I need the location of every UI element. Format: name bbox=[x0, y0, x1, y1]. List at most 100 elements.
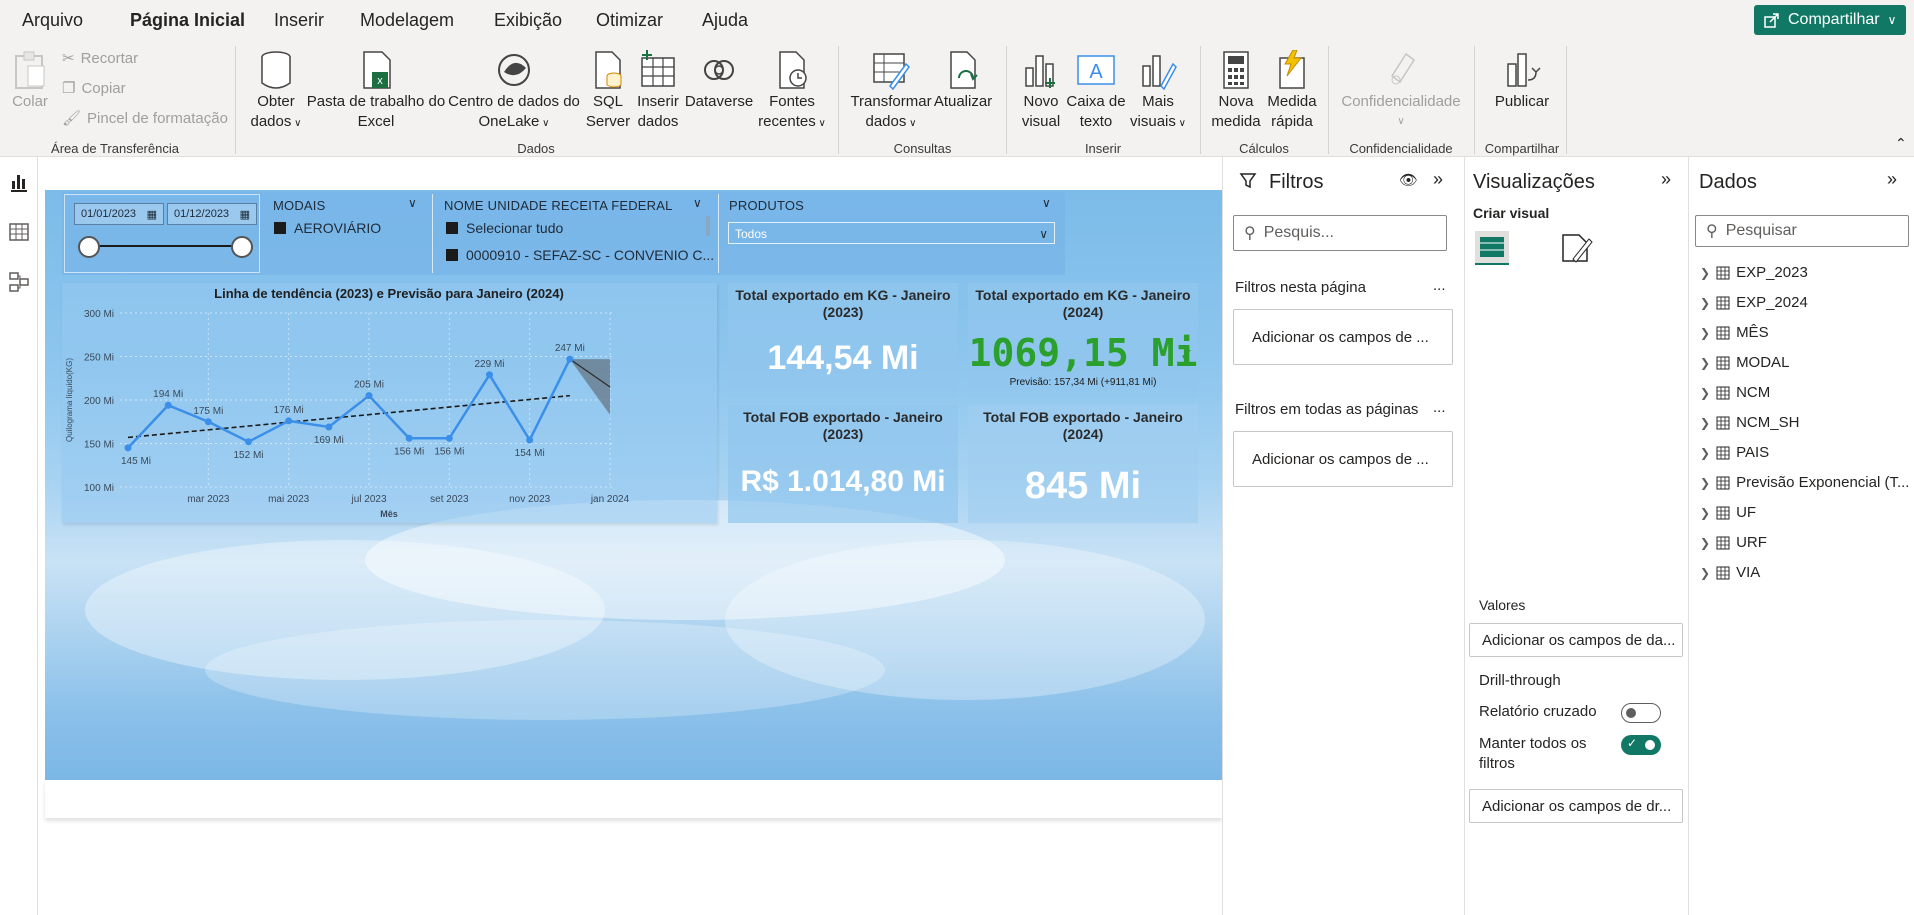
chevron-down-icon[interactable]: ∨ bbox=[693, 196, 702, 210]
filters-search-input[interactable]: ⚲ Pesquis... bbox=[1233, 215, 1447, 251]
filters-all-pages-dropzone[interactable]: Adicionar os campos de ... bbox=[1233, 431, 1453, 487]
quick-measure-button[interactable]: Medida rápida bbox=[1262, 50, 1322, 132]
menu-exibicao[interactable]: Exibição bbox=[494, 10, 562, 31]
publish-button[interactable]: Publicar bbox=[1482, 50, 1562, 112]
unidade-item-sefaz[interactable]: 0000910 - SEFAZ-SC - CONVENIO C... bbox=[446, 247, 714, 263]
chevron-down-icon[interactable]: ∨ bbox=[408, 196, 417, 210]
enter-data-button[interactable]: Inserir dados bbox=[634, 50, 682, 132]
date-range-handle-start[interactable] bbox=[78, 236, 100, 258]
card-fob-2023[interactable]: Total FOB exportado - Janeiro (2023) R$ … bbox=[728, 405, 958, 523]
share-button[interactable]: Compartilhar ∨ bbox=[1754, 5, 1906, 35]
eye-icon[interactable]: 👁 bbox=[1399, 171, 1418, 189]
card-kg-2024[interactable]: Total exportado em KG - Janeiro (2024) 1… bbox=[968, 283, 1198, 398]
keep-filters-label-2: filtros bbox=[1479, 755, 1515, 772]
share-label: Compartilhar bbox=[1788, 11, 1880, 28]
data-point[interactable] bbox=[526, 436, 534, 444]
date-start-input[interactable]: 01/01/2023 ▦ bbox=[74, 203, 164, 225]
menu-pagina-inicial[interactable]: Página Inicial bbox=[130, 10, 245, 31]
cross-report-toggle[interactable] bbox=[1621, 703, 1661, 723]
data-table-item[interactable]: ❯ PAIS bbox=[1700, 444, 1769, 461]
data-label: 154 Mi bbox=[515, 448, 545, 459]
page-footer-area bbox=[45, 780, 1222, 818]
collapse-pane-icon[interactable]: » bbox=[1661, 169, 1671, 190]
date-range-handle-end[interactable] bbox=[231, 236, 253, 258]
paste-button[interactable]: Colar bbox=[10, 50, 50, 112]
data-table-item[interactable]: ❯ MÊS bbox=[1700, 324, 1769, 341]
more-visuals-button[interactable]: Mais visuais ∨ bbox=[1126, 50, 1190, 134]
data-point[interactable] bbox=[445, 434, 453, 442]
data-point[interactable] bbox=[325, 423, 333, 431]
modais-item-aeroviario[interactable]: AEROVIÁRIO bbox=[274, 220, 381, 236]
unidade-item-select-all[interactable]: Selecionar tudo bbox=[446, 220, 563, 236]
date-start-value: 01/01/2023 bbox=[81, 208, 137, 220]
drill-dropzone[interactable]: Adicionar os campos de dr... bbox=[1469, 789, 1683, 823]
report-view-icon[interactable] bbox=[8, 171, 30, 193]
menu-arquivo[interactable]: Arquivo bbox=[22, 10, 83, 31]
build-visual-tab[interactable] bbox=[1475, 231, 1509, 265]
data-point[interactable] bbox=[164, 401, 172, 409]
menu-inserir[interactable]: Inserir bbox=[274, 10, 324, 31]
date-end-input[interactable]: 01/12/2023 ▦ bbox=[167, 203, 257, 225]
data-table-item[interactable]: ❯ NCM bbox=[1700, 384, 1770, 401]
card-fob-2024[interactable]: Total FOB exportado - Janeiro (2024) 845… bbox=[968, 405, 1198, 523]
keep-filters-toggle[interactable]: ✓ bbox=[1621, 735, 1661, 755]
menu-modelagem[interactable]: Modelagem bbox=[360, 10, 454, 31]
data-table-item[interactable]: ❯ MODAL bbox=[1700, 354, 1789, 371]
line-chart-visual[interactable]: Linha de tendência (2023) e Previsão par… bbox=[62, 283, 717, 523]
transform-data-button[interactable]: Transformar dados ∨ bbox=[846, 50, 936, 134]
more-options-icon[interactable]: ... bbox=[1433, 399, 1446, 416]
collapse-pane-icon[interactable]: » bbox=[1887, 169, 1897, 190]
collapse-pane-icon[interactable]: » bbox=[1433, 169, 1443, 190]
text-box-button[interactable]: A Caixa de texto bbox=[1066, 50, 1126, 132]
refresh-button[interactable]: Atualizar bbox=[930, 50, 996, 112]
slicer-scrollbar[interactable] bbox=[706, 216, 710, 236]
collapse-ribbon-icon[interactable]: ⌃ bbox=[1895, 135, 1907, 152]
data-point[interactable] bbox=[285, 417, 293, 425]
sql-server-button[interactable]: SQL Server bbox=[584, 50, 632, 132]
chevron-down-icon[interactable]: ∨ bbox=[1042, 196, 1051, 210]
paste-label: Colar bbox=[12, 93, 48, 110]
dataverse-button[interactable]: Dataverse bbox=[682, 50, 756, 112]
more-visuals-label-1: Mais bbox=[1142, 93, 1174, 110]
filters-this-page-dropzone[interactable]: Adicionar os campos de ... bbox=[1233, 309, 1453, 365]
copy-button[interactable]: ❐ Copiar bbox=[62, 79, 126, 98]
data-table-item[interactable]: ❯ EXP_2024 bbox=[1700, 294, 1808, 311]
data-table-item[interactable]: ❯ EXP_2023 bbox=[1700, 264, 1808, 281]
menu-otimizar[interactable]: Otimizar bbox=[596, 10, 663, 31]
new-visual-button[interactable]: Novo visual bbox=[1016, 50, 1066, 132]
model-view-icon[interactable] bbox=[8, 271, 30, 293]
menu-ajuda[interactable]: Ajuda bbox=[702, 10, 748, 31]
recent-sources-button[interactable]: Fontes recentes ∨ bbox=[752, 50, 832, 134]
data-point[interactable] bbox=[486, 371, 493, 379]
visualizations-title: Visualizações bbox=[1473, 171, 1595, 193]
data-table-item[interactable]: ❯ NCM_SH bbox=[1700, 414, 1799, 431]
card-kg-2023[interactable]: Total exportado em KG - Janeiro (2023) 1… bbox=[728, 283, 958, 398]
get-data-button[interactable]: Obter dados ∨ bbox=[244, 50, 308, 134]
data-table-item[interactable]: ❯ VIA bbox=[1700, 564, 1760, 581]
data-point[interactable] bbox=[405, 434, 413, 442]
data-table-item[interactable]: ❯ URF bbox=[1700, 534, 1767, 551]
format-visual-icon[interactable] bbox=[1559, 231, 1593, 265]
data-table-item[interactable]: ❯ Previsão Exponencial (T... bbox=[1700, 474, 1909, 491]
data-search-input[interactable]: ⚲ Pesquisar bbox=[1695, 215, 1909, 247]
data-table-item[interactable]: ❯ UF bbox=[1700, 504, 1756, 521]
values-dropzone[interactable]: Adicionar os campos de da... bbox=[1469, 623, 1683, 657]
data-point[interactable] bbox=[124, 444, 132, 452]
excel-workbook-button[interactable]: x Pasta de trabalho do Excel bbox=[306, 50, 446, 132]
more-options-icon[interactable]: ... bbox=[1433, 277, 1446, 294]
format-painter-button[interactable]: 🖌 Pincel de formatação bbox=[62, 109, 228, 128]
data-point[interactable] bbox=[245, 438, 252, 446]
cut-button[interactable]: ✂ Recortar bbox=[62, 49, 138, 68]
table-icon bbox=[1716, 416, 1730, 429]
search-icon: ⚲ bbox=[1244, 225, 1256, 242]
data-point[interactable] bbox=[365, 392, 373, 400]
table-view-icon[interactable] bbox=[8, 221, 30, 243]
onelake-button[interactable]: Centro de dados do OneLake ∨ bbox=[446, 50, 582, 134]
x-tick-label: set 2023 bbox=[430, 494, 469, 505]
data-point[interactable] bbox=[566, 355, 574, 363]
produtos-dropdown[interactable]: Todos ∨ bbox=[728, 222, 1055, 244]
data-point[interactable] bbox=[204, 418, 212, 426]
new-measure-button[interactable]: Nova medida bbox=[1208, 50, 1264, 132]
sensitivity-button[interactable]: Confidencialidade ∨ bbox=[1336, 50, 1466, 132]
checkbox-checked bbox=[274, 222, 286, 234]
